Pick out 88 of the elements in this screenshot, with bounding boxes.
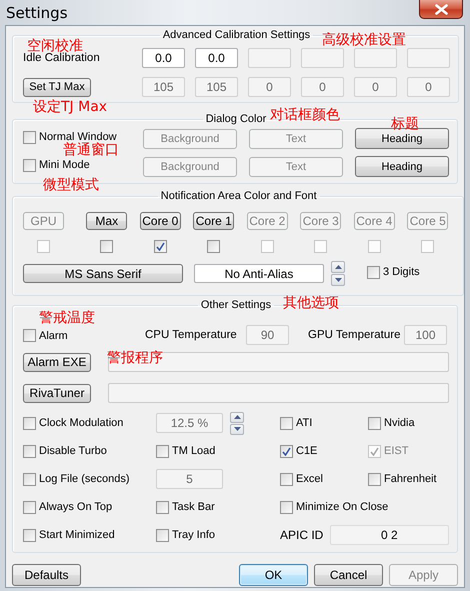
checkbox-label: Always On Top — [39, 501, 112, 513]
checkmark-icon — [370, 446, 379, 456]
checkbox[interactable] — [280, 416, 293, 430]
dialog-button[interactable]: Defaults — [12, 564, 81, 586]
up-arrow-icon — [234, 415, 240, 419]
annotation-text: 警戒温度 — [39, 310, 95, 326]
checkbox-label: TM Load — [172, 445, 216, 457]
set-tj-max-button[interactable]: Set TJ Max — [23, 78, 91, 96]
color-button[interactable]: Heading — [355, 156, 449, 177]
checkbox[interactable] — [280, 500, 293, 514]
checkbox[interactable] — [23, 329, 36, 342]
spin-up-button[interactable] — [230, 412, 244, 422]
spin-down-button[interactable] — [331, 274, 345, 286]
close-icon — [434, 4, 448, 14]
checkbox-label: Clock Modulation — [39, 417, 124, 429]
path-field[interactable] — [108, 352, 449, 372]
checkbox[interactable] — [154, 240, 167, 253]
close-button[interactable] — [419, 0, 463, 19]
checkbox-label: Tray Info — [172, 529, 215, 541]
checkbox-label: Alarm — [39, 330, 68, 342]
checkbox[interactable] — [280, 472, 293, 486]
rivatuner-button[interactable]: RivaTuner — [23, 384, 91, 402]
checkbox-label: ATI — [296, 417, 312, 429]
checkbox[interactable] — [368, 416, 381, 430]
checkbox-label: Excel — [296, 473, 323, 485]
checkbox-label: Minimize On Close — [296, 501, 388, 513]
checkmark-icon — [156, 242, 165, 251]
path-field[interactable] — [108, 383, 449, 403]
spin-up-button[interactable] — [331, 261, 345, 273]
checkbox[interactable] — [23, 444, 36, 458]
input-field[interactable]: 0.0 — [195, 48, 238, 68]
checkbox[interactable] — [280, 444, 293, 458]
checkbox-label: Disable Turbo — [39, 445, 107, 457]
input-field[interactable]: 0.0 — [142, 48, 185, 68]
group-title: Dialog Color — [206, 113, 266, 125]
checkbox-label: EIST — [384, 445, 408, 457]
dialog-button[interactable]: OK — [239, 564, 308, 586]
checkbox-label: Fahrenheit — [384, 473, 437, 485]
checkbox-label: Log File (seconds) — [39, 473, 130, 485]
checkbox[interactable] — [156, 500, 169, 514]
annotation-text: 设定TJ Max — [33, 99, 108, 115]
group-title: Notification Area Color and Font — [160, 190, 317, 202]
dialog-button[interactable]: Cancel — [314, 564, 383, 586]
group-title: Advanced Calibration Settings — [162, 29, 310, 41]
font-button[interactable]: MS Sans Serif — [23, 264, 183, 283]
checkbox-label: C1E — [296, 445, 318, 457]
window-title: Settings — [6, 4, 68, 22]
sensor-button[interactable]: Core 0 — [140, 212, 181, 230]
checkbox-label: Start Minimized — [39, 529, 115, 541]
annotation-text: 对话框颜色 — [270, 107, 340, 123]
field-label: APIC ID — [280, 528, 324, 542]
field-label: GPU Temperature — [308, 329, 402, 341]
checkbox-label: Mini Mode — [39, 159, 90, 171]
field-label: Idle Calibration — [23, 52, 100, 65]
up-arrow-icon — [334, 265, 342, 269]
checkbox[interactable] — [23, 472, 36, 486]
checkbox[interactable] — [23, 500, 36, 514]
sensor-button[interactable]: Max — [86, 212, 128, 230]
sensor-button[interactable]: Core 1 — [193, 212, 234, 230]
checkbox[interactable] — [156, 444, 169, 458]
checkbox[interactable] — [23, 416, 36, 430]
annotation-text: 高级校准设置 — [322, 32, 406, 48]
checkbox-label: Task Bar — [172, 501, 215, 513]
annotation-text: 其他选项 — [283, 295, 339, 311]
checkbox[interactable] — [23, 528, 36, 542]
anti-alias-field[interactable]: No Anti-Alias — [194, 264, 324, 283]
down-arrow-icon — [334, 278, 342, 282]
checkbox-label: Nvidia — [384, 417, 415, 429]
down-arrow-icon — [234, 427, 240, 431]
annotation-text: 普通窗口 — [63, 142, 119, 158]
checkbox[interactable] — [156, 528, 169, 542]
checkbox-label: Normal Window — [39, 131, 117, 143]
checkbox[interactable] — [23, 158, 36, 172]
spin-down-button[interactable] — [230, 424, 244, 434]
checkbox-label: 3 Digits — [383, 266, 420, 278]
alarm-exe-button[interactable]: Alarm EXE — [23, 352, 91, 372]
checkbox[interactable] — [207, 240, 220, 253]
checkmark-icon — [282, 446, 291, 456]
annotation-text: 警报程序 — [107, 350, 163, 366]
field-label: CPU Temperature — [145, 329, 238, 341]
readout-field: 0 2 — [330, 525, 449, 545]
annotation-text: 空闲校准 — [27, 38, 83, 54]
checkbox[interactable] — [368, 472, 381, 486]
checkbox[interactable] — [367, 266, 380, 278]
group-title: Other Settings — [200, 299, 272, 311]
annotation-text: 微型模式 — [43, 177, 99, 193]
checkbox[interactable] — [23, 130, 36, 144]
checkbox[interactable] — [100, 240, 114, 253]
